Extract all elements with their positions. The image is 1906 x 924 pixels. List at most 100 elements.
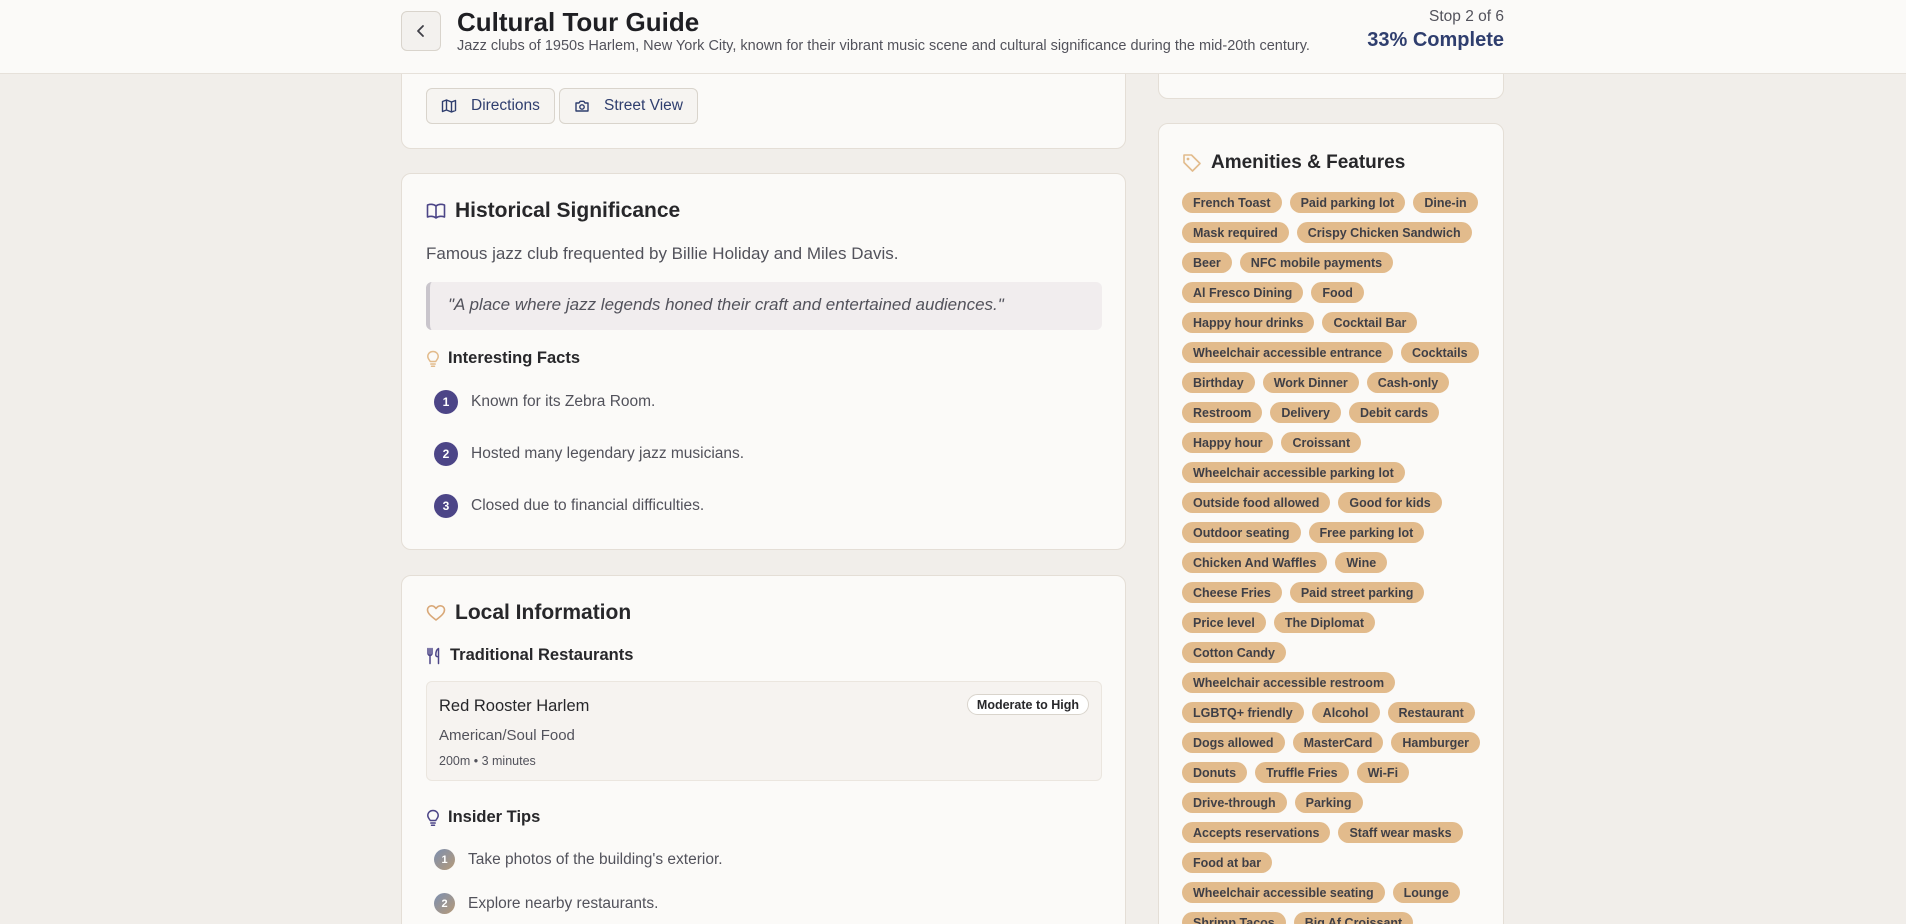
historical-quote: "A place where jazz legends honed their …	[426, 282, 1102, 330]
amenity-tag: Hamburger	[1391, 732, 1481, 753]
restaurant-card[interactable]: Red Rooster Harlem Moderate to High Amer…	[426, 681, 1102, 781]
amenity-tag: Accepts reservations	[1182, 822, 1331, 843]
fact-item: 1 Known for its Zebra Room.	[434, 390, 655, 414]
amenities-title-text: Amenities & Features	[1211, 152, 1406, 173]
fact-text: Closed due to financial difficulties.	[471, 497, 705, 514]
amenity-tag: Al Fresco Dining	[1182, 282, 1304, 303]
heart-icon	[426, 605, 446, 621]
stop-counter: Stop 2 of 6	[1429, 8, 1504, 25]
local-info-title-text: Local Information	[455, 601, 632, 624]
amenity-tag: Cash-only	[1366, 372, 1450, 393]
map-icon	[441, 99, 457, 113]
amenity-tag: Good for kids	[1338, 492, 1442, 513]
amenity-tag: Croissant	[1281, 432, 1362, 453]
amenity-tag: Restaurant	[1387, 702, 1475, 723]
amenity-tag: French Toast	[1182, 192, 1282, 213]
amenities-tag-list: French Toast Paid parking lot Dine-in Mask …	[1182, 192, 1482, 924]
progress-text: 33% Complete	[1367, 29, 1504, 51]
price-badge: Moderate to High	[966, 694, 1089, 715]
amenity-tag: Outdoor seating	[1182, 522, 1301, 543]
tip-number: 1	[434, 849, 455, 870]
amenity-tag: Cocktails	[1400, 342, 1479, 363]
amenity-tag: Wheelchair accessible restroom	[1182, 672, 1396, 693]
fact-number: 3	[434, 494, 458, 518]
historical-title: Historical Significance	[426, 199, 680, 223]
amenity-tag: Food at bar	[1182, 852, 1273, 873]
restaurants-heading: Traditional Restaurants	[426, 646, 633, 665]
amenity-tag: Price level	[1182, 612, 1266, 633]
page-subtitle: Jazz clubs of 1950s Harlem, New York Cit…	[457, 38, 1310, 54]
amenity-tag: Big Af Croissant	[1293, 912, 1414, 924]
amenity-tag: Wheelchair accessible entrance	[1182, 342, 1393, 363]
amenity-tag: Work Dinner	[1262, 372, 1359, 393]
amenity-tag: NFC mobile payments	[1239, 252, 1394, 273]
amenity-tag: Restroom	[1182, 402, 1263, 423]
tip-text: Take photos of the building's exterior.	[468, 850, 723, 868]
directions-button[interactable]: Directions	[426, 88, 555, 124]
amenity-tag: Food	[1311, 282, 1364, 303]
facts-heading-text: Interesting Facts	[448, 349, 581, 367]
amenity-tag: Dogs allowed	[1182, 732, 1285, 753]
street-view-label: Street View	[604, 97, 683, 114]
historical-description: Famous jazz club frequented by Billie Ho…	[426, 244, 899, 263]
tag-icon	[1183, 154, 1201, 172]
amenity-tag: Wine	[1335, 552, 1388, 573]
historical-title-text: Historical Significance	[455, 199, 681, 222]
amenity-tag: Alcohol	[1311, 702, 1380, 723]
back-button[interactable]	[401, 11, 441, 51]
street-view-button[interactable]: Street View	[559, 88, 698, 124]
amenities-title: Amenities & Features	[1182, 152, 1405, 174]
camera-icon	[575, 100, 589, 112]
amenity-tag: Wheelchair accessible seating	[1182, 882, 1385, 903]
chevron-left-icon	[417, 25, 424, 37]
tip-number: 2	[434, 893, 455, 914]
amenity-tag: Drive-through	[1182, 792, 1287, 813]
directions-label: Directions	[471, 97, 540, 114]
fact-text: Known for its Zebra Room.	[471, 393, 656, 410]
amenity-tag: Mask required	[1182, 222, 1289, 243]
top-bar: Cultural Tour Guide Jazz clubs of 1950s …	[0, 0, 1906, 74]
amenity-tag: Paid street parking	[1289, 582, 1425, 603]
tip-text: Explore nearby restaurants.	[468, 894, 659, 912]
amenity-tag: Parking	[1294, 792, 1363, 813]
amenity-tag: Cocktail Bar	[1322, 312, 1418, 333]
fact-number: 2	[434, 442, 458, 466]
amenity-tag: Truffle Fries	[1255, 762, 1349, 783]
amenity-tag: MasterCard	[1292, 732, 1384, 753]
lightbulb-icon	[427, 809, 439, 826]
page-title: Cultural Tour Guide	[457, 7, 700, 37]
amenity-tag: Happy hour	[1182, 432, 1274, 453]
fact-item: 2 Hosted many legendary jazz musicians.	[434, 442, 744, 466]
restaurant-name: Red Rooster Harlem	[439, 697, 590, 715]
amenity-tag: Wheelchair accessible parking lot	[1182, 462, 1405, 483]
amenity-tag: Crispy Chicken Sandwich	[1296, 222, 1472, 243]
amenity-tag: Birthday	[1182, 372, 1255, 393]
amenity-tag: Happy hour drinks	[1182, 312, 1315, 333]
tip-item: 2 Explore nearby restaurants.	[434, 893, 658, 914]
fact-number: 1	[434, 390, 458, 414]
amenity-tag: Donuts	[1182, 762, 1248, 783]
fact-item: 3 Closed due to financial difficulties.	[434, 494, 704, 518]
amenity-tag: The Diplomat	[1273, 612, 1376, 633]
amenity-tag: Wi-Fi	[1356, 762, 1410, 783]
lightbulb-icon	[427, 350, 439, 367]
book-icon	[426, 203, 446, 219]
amenity-tag: Outside food allowed	[1182, 492, 1331, 513]
amenity-tag: LGBTQ+ friendly	[1182, 702, 1304, 723]
amenity-tag: Lounge	[1392, 882, 1460, 903]
amenity-tag: Shrimp Tacos	[1182, 912, 1286, 924]
amenity-tag: Dine-in	[1413, 192, 1478, 213]
restaurant-distance: 200m • 3 minutes	[439, 754, 536, 768]
amenity-tag: Cheese Fries	[1182, 582, 1282, 603]
amenity-tag: Paid parking lot	[1289, 192, 1406, 213]
amenity-tag: Cotton Candy	[1182, 642, 1286, 663]
amenity-tag: Debit cards	[1349, 402, 1440, 423]
fact-text: Hosted many legendary jazz musicians.	[471, 445, 745, 462]
amenity-tag: Beer	[1182, 252, 1232, 273]
utensils-icon	[427, 647, 440, 664]
facts-heading: Interesting Facts	[426, 349, 580, 368]
amenity-tag: Delivery	[1270, 402, 1341, 423]
amenity-tag: Chicken And Waffles	[1182, 552, 1328, 573]
tips-heading-text: Insider Tips	[448, 808, 541, 826]
restaurant-cuisine: American/Soul Food	[439, 727, 575, 744]
